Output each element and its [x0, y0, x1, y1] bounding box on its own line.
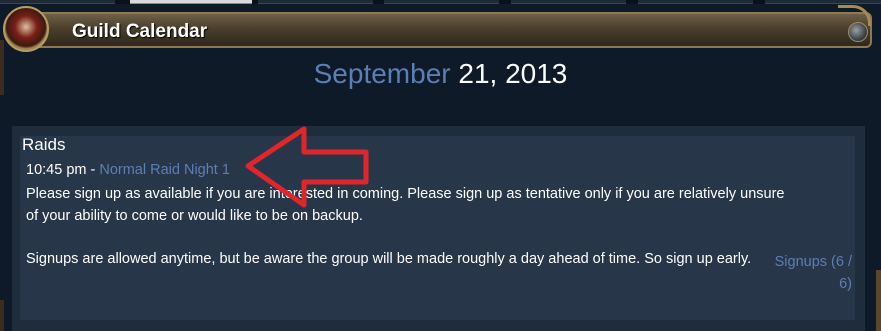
top-tab[interactable]	[384, 0, 499, 4]
frame-ornament-left	[0, 300, 4, 331]
titlebar-knob-icon	[848, 22, 868, 42]
event-description-paragraph: Signups are allowed anytime, but be awar…	[26, 250, 752, 267]
event-header: 10:45 pm - Normal Raid Night 1	[26, 162, 230, 178]
event-separator: -	[86, 162, 100, 178]
window-title: Guild Calendar	[72, 21, 208, 42]
event-time: 10:45 pm	[26, 162, 87, 178]
date-month: September	[313, 58, 451, 89]
guild-emblem-icon	[3, 6, 49, 52]
top-tab-strip	[0, 0, 881, 4]
top-tab[interactable]	[0, 0, 115, 4]
top-tab[interactable]	[258, 0, 373, 4]
event-description-paragraph: Please sign up as available if you are i…	[26, 186, 785, 224]
top-tab[interactable]	[765, 0, 881, 4]
top-tab[interactable]	[638, 0, 753, 4]
date-day-year: 21, 2013	[458, 58, 568, 89]
date-heading: September 21, 2013	[0, 58, 881, 90]
event-name-link[interactable]: Normal Raid Night 1	[99, 162, 230, 178]
top-tab[interactable]	[511, 0, 626, 4]
section-title: Raids	[22, 135, 66, 154]
signups-link[interactable]: Signups (6 / 6)	[766, 252, 852, 295]
red-arrow-icon	[245, 126, 369, 208]
event-description: Please sign up as available if you are i…	[26, 184, 786, 270]
frame-ornament-right	[876, 270, 881, 331]
top-tab-active[interactable]	[130, 0, 252, 4]
